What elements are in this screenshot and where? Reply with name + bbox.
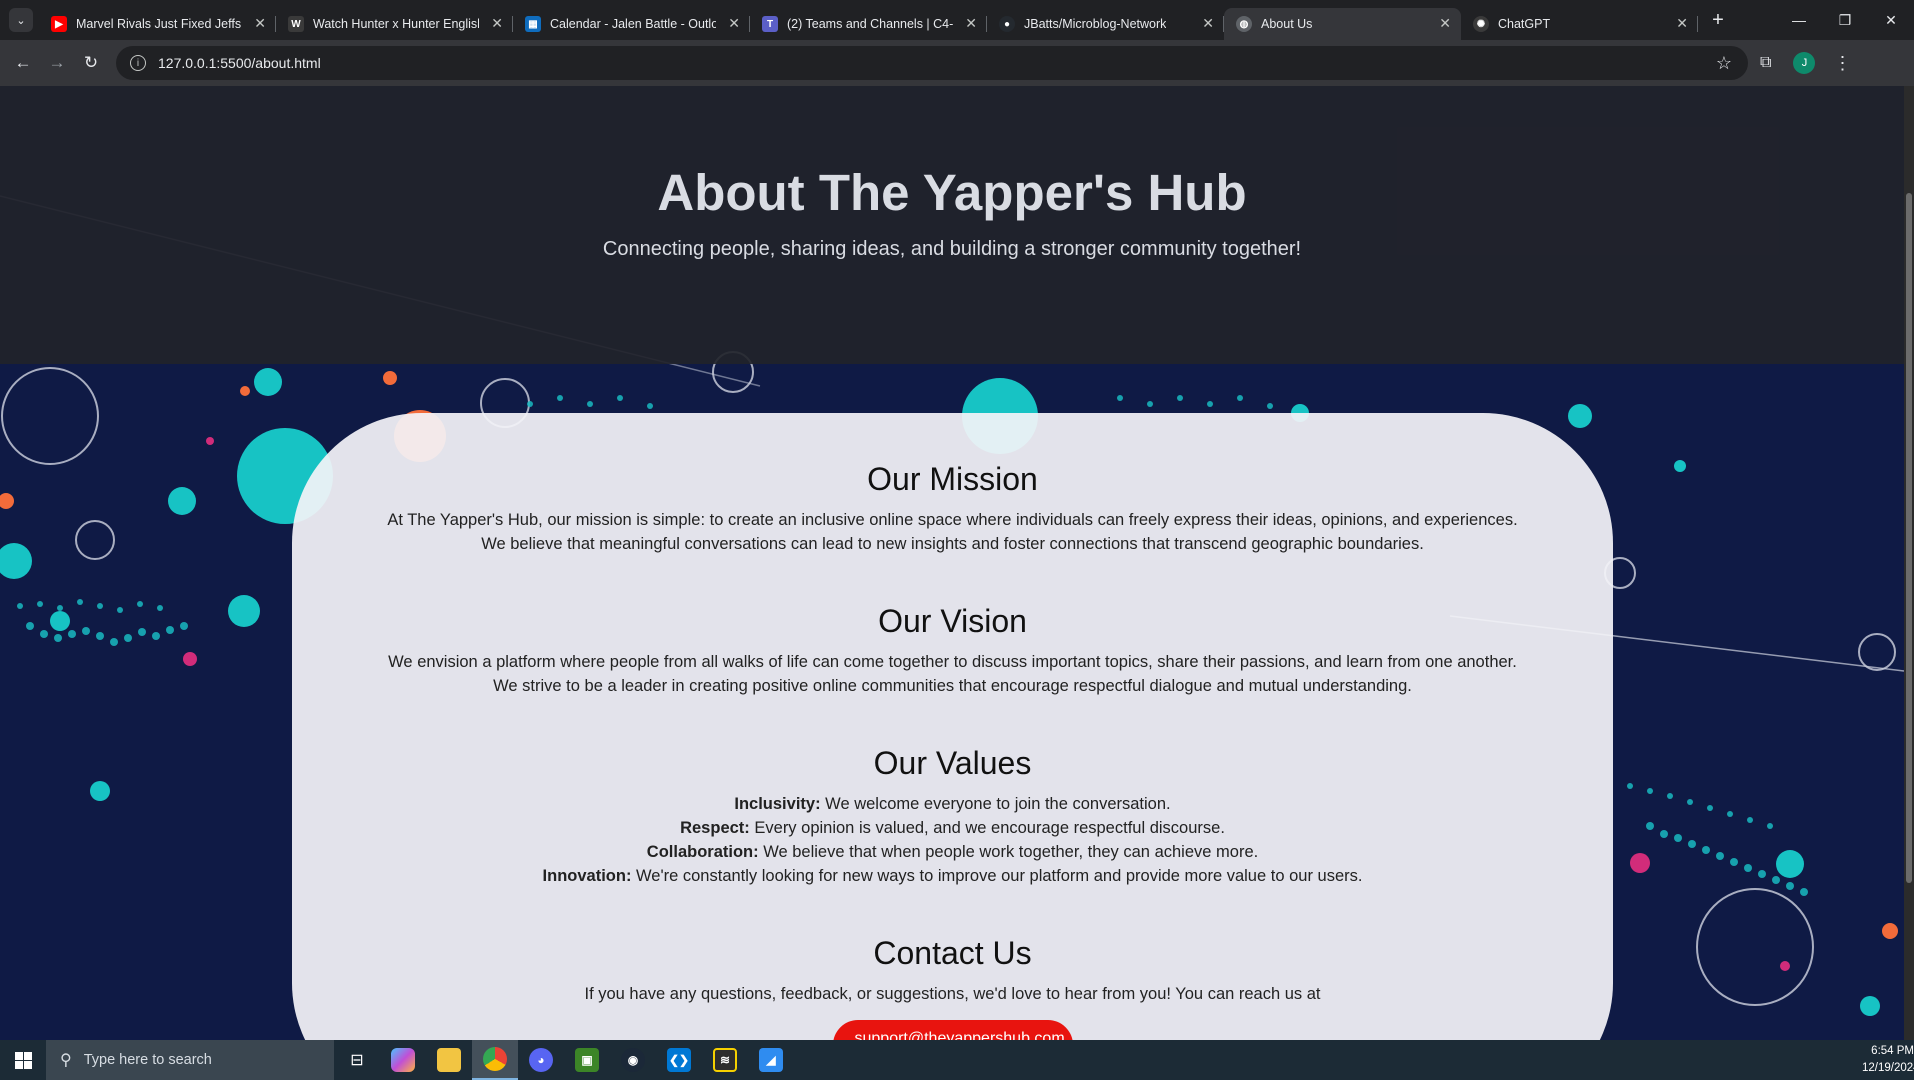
steam-icon[interactable]: ◉ (610, 1040, 656, 1080)
tab-title: Marvel Rivals Just Fixed Jeffs Ul (76, 17, 242, 31)
tab-title: Calendar - Jalen Battle - Outloo (550, 17, 716, 31)
mission-heading: Our Mission (867, 461, 1038, 497)
window-controls: — ❐ ✕ (1776, 12, 1914, 29)
close-icon[interactable]: ✕ (965, 15, 977, 32)
value-item: Collaboration: We believe that when peop… (382, 840, 1523, 864)
close-icon[interactable]: ✕ (728, 15, 740, 32)
value-item: Inclusivity: We welcome everyone to join… (382, 792, 1523, 816)
minecraft-icon[interactable]: ▣ (564, 1040, 610, 1080)
close-icon[interactable]: ✕ (1676, 15, 1688, 32)
contact-heading: Contact Us (873, 935, 1032, 971)
search-icon: ⚲ (60, 1052, 72, 1069)
close-icon[interactable]: ✕ (491, 15, 503, 32)
hero-banner: About The Yapper's Hub Connecting people… (0, 86, 1904, 364)
bookmark-star-icon[interactable]: ☆ (1716, 53, 1732, 74)
values-section: Our Values Inclusivity: We welcome every… (292, 745, 1613, 888)
tab-title: JBatts/Microblog-Network (1024, 17, 1167, 31)
value-text: We're constantly looking for new ways to… (631, 867, 1363, 885)
tab-search-button[interactable]: ⌄ (9, 8, 33, 32)
discord-icon[interactable]: ◕ (518, 1040, 564, 1080)
windows-start-icon[interactable] (0, 1051, 46, 1069)
value-label: Respect: (680, 819, 750, 837)
address-bar[interactable]: i 127.0.0.1:5500/about.html ☆ (116, 46, 1748, 80)
tab-strip: ⌄ ▶ Marvel Rivals Just Fixed Jeffs Ul ✕ … (0, 0, 1914, 40)
value-item: Innovation: We're constantly looking for… (382, 864, 1523, 888)
taskbar-search-placeholder: Type here to search (83, 1052, 212, 1068)
clock-date: 12/19/2024 (1862, 1062, 1914, 1074)
close-window-icon[interactable]: ✕ (1868, 12, 1914, 29)
value-label: Collaboration: (646, 843, 759, 861)
teams-icon: T (762, 16, 778, 32)
youtube-icon: ▶ (51, 16, 67, 32)
page-subtitle: Connecting people, sharing ideas, and bu… (602, 238, 1302, 260)
clock-time: 6:54 PM (1871, 1045, 1914, 1057)
outlook-icon: ▦ (525, 16, 541, 32)
value-text: We welcome everyone to join the conversa… (820, 795, 1171, 813)
paint-app-icon[interactable]: ◢ (748, 1040, 794, 1080)
close-icon[interactable]: ✕ (1439, 15, 1451, 32)
browser-toolbar: ← → ↻ i 127.0.0.1:5500/about.html ☆ ⧉ J … (0, 40, 1914, 86)
tab-title: About Us (1261, 17, 1313, 31)
value-item: Respect: Every opinion is valued, and we… (382, 816, 1523, 840)
scrollbar-thumb[interactable] (1906, 193, 1912, 883)
vscode-icon[interactable]: ❮❯ (656, 1040, 702, 1080)
task-view-icon[interactable]: ⊟ (334, 1040, 380, 1080)
tab-0[interactable]: ▶ Marvel Rivals Just Fixed Jeffs Ul ✕ (39, 8, 276, 40)
openai-icon: ✺ (1473, 16, 1489, 32)
minimize-icon[interactable]: — (1776, 12, 1822, 29)
close-icon[interactable]: ✕ (1202, 15, 1214, 32)
sticky-app-icon[interactable]: ≋ (702, 1040, 748, 1080)
site-info-icon[interactable]: i (130, 55, 146, 71)
close-icon[interactable]: ✕ (254, 15, 266, 32)
url-text[interactable]: 127.0.0.1:5500/about.html (158, 55, 1716, 71)
value-text: We believe that when people work togethe… (758, 843, 1259, 861)
profile-avatar[interactable]: J (1793, 52, 1816, 74)
mission-text: At The Yapper's Hub, our mission is simp… (387, 511, 1518, 553)
file-explorer-icon[interactable] (426, 1040, 472, 1080)
crunchy-icon: W (288, 16, 304, 32)
about-card: Our Mission At The Yapper's Hub, our mis… (292, 413, 1613, 1040)
vision-section: Our Vision We envision a platform where … (292, 603, 1613, 698)
value-label: Innovation: (542, 867, 632, 885)
tab-6[interactable]: ✺ ChatGPT ✕ (1461, 8, 1698, 40)
tab-2[interactable]: ▦ Calendar - Jalen Battle - Outloo ✕ (513, 8, 750, 40)
taskbar-search[interactable]: ⚲ Type here to search (46, 1040, 334, 1080)
contact-text: If you have any questions, feedback, or … (584, 985, 1321, 1003)
vision-heading: Our Vision (878, 603, 1027, 639)
menu-icon[interactable]: ⋮ (1833, 53, 1851, 74)
extensions-icon[interactable]: ⧉ (1760, 54, 1771, 72)
restore-icon[interactable]: ❐ (1822, 12, 1868, 29)
value-text: Every opinion is valued, and we encourag… (749, 819, 1225, 837)
tab-3[interactable]: T (2) Teams and Channels | C4-Se ✕ (750, 8, 987, 40)
value-label: Inclusivity: (734, 795, 821, 813)
back-icon[interactable]: ← (6, 53, 40, 73)
tab-4[interactable]: ● JBatts/Microblog-Network ✕ (987, 8, 1224, 40)
tab-title: ChatGPT (1498, 17, 1551, 31)
page-title: About The Yapper's Hub (657, 164, 1247, 221)
reload-icon[interactable]: ↻ (74, 53, 108, 73)
tab-title: Watch Hunter x Hunter English (313, 17, 479, 31)
page-scrollbar[interactable] (1904, 86, 1914, 1040)
copilot-icon[interactable] (380, 1040, 426, 1080)
tab-1[interactable]: W Watch Hunter x Hunter English ✕ (276, 8, 513, 40)
chrome-icon[interactable] (472, 1040, 518, 1080)
github-icon: ● (999, 16, 1015, 32)
mission-section: Our Mission At The Yapper's Hub, our mis… (292, 461, 1613, 556)
windows-taskbar: ⚲ Type here to search ⊟ ◕ ▣ ◉ ❮❯ ≋ ◢ 6:5… (0, 1040, 1914, 1080)
new-tab-button[interactable]: + (1704, 9, 1732, 32)
tab-5[interactable]: ◍ About Us ✕ (1224, 8, 1461, 40)
contact-email-button[interactable]: support@theyappershub.com (832, 1020, 1073, 1040)
page-viewport: About The Yapper's Hub Connecting people… (0, 86, 1904, 1040)
contact-section: Contact Us If you have any questions, fe… (292, 935, 1613, 1040)
forward-icon[interactable]: → (40, 53, 74, 73)
vision-text: We envision a platform where people from… (388, 653, 1517, 695)
values-heading: Our Values (873, 745, 1032, 781)
tab-title: (2) Teams and Channels | C4-Se (787, 17, 953, 31)
globe-icon: ◍ (1236, 16, 1252, 32)
system-clock[interactable]: 6:54 PM 12/19/2024 (1862, 1043, 1914, 1077)
